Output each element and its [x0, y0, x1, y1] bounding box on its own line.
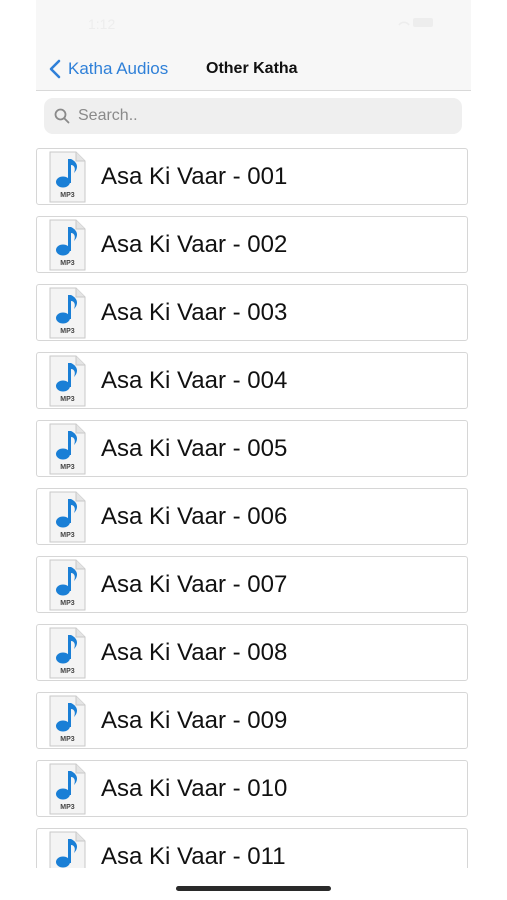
- mp3-file-icon: MP3: [49, 355, 86, 406]
- back-button[interactable]: Katha Audios: [48, 58, 168, 80]
- battery-icon: [398, 18, 433, 27]
- chevron-left-icon: [49, 59, 61, 79]
- list-item-label: Asa Ki Vaar - 005: [101, 434, 288, 462]
- mp3-icon-text: MP3: [60, 600, 75, 607]
- back-label: Katha Audios: [68, 59, 169, 78]
- search-input[interactable]: [76, 106, 440, 126]
- mp3-icon-text: MP3: [60, 668, 75, 675]
- list-item[interactable]: MP3 Asa Ki Vaar - 009: [36, 692, 468, 749]
- list-item-label: Asa Ki Vaar - 001: [101, 162, 288, 190]
- mp3-icon-text: MP3: [60, 396, 75, 403]
- list-item[interactable]: MP3 Asa Ki Vaar - 005: [36, 420, 468, 477]
- list-item[interactable]: MP3 Asa Ki Vaar - 002: [36, 216, 468, 273]
- mp3-icon-text: MP3: [60, 804, 75, 811]
- mp3-file-icon: MP3: [49, 831, 86, 868]
- mp3-file-icon: MP3: [49, 559, 86, 610]
- list-item-label: Asa Ki Vaar - 002: [101, 230, 288, 258]
- search-bar[interactable]: [44, 98, 462, 134]
- list-item[interactable]: MP3 Asa Ki Vaar - 007: [36, 556, 468, 613]
- mp3-icon-text: MP3: [60, 328, 75, 335]
- home-indicator[interactable]: [176, 886, 331, 891]
- list-item[interactable]: MP3 Asa Ki Vaar - 001: [36, 148, 468, 205]
- mp3-icon-text: MP3: [60, 260, 75, 267]
- page-title: Other Katha: [206, 60, 298, 77]
- mp3-icon-text: MP3: [60, 192, 75, 199]
- mp3-icon-text: MP3: [60, 532, 75, 539]
- mp3-file-icon: MP3: [49, 491, 86, 542]
- mp3-icon-text: MP3: [60, 464, 75, 471]
- list-item[interactable]: MP3 Asa Ki Vaar - 010: [36, 760, 468, 817]
- list-item-label: Asa Ki Vaar - 009: [101, 706, 288, 734]
- list-item[interactable]: MP3 Asa Ki Vaar - 011: [36, 828, 468, 868]
- list-item[interactable]: MP3 Asa Ki Vaar - 008: [36, 624, 468, 681]
- mp3-file-icon: MP3: [49, 151, 86, 202]
- mp3-file-icon: MP3: [49, 763, 86, 814]
- status-time: 1:12: [88, 16, 116, 32]
- status-icons: [397, 16, 437, 31]
- mp3-file-icon: MP3: [49, 695, 86, 746]
- list-item-label: Asa Ki Vaar - 007: [101, 570, 288, 598]
- screen: 1:12 Katha Audios Other Katha MP3 Asa Ki …: [36, 0, 471, 868]
- list-item[interactable]: MP3 Asa Ki Vaar - 006: [36, 488, 468, 545]
- navigation-bar: 1:12 Katha Audios Other Katha: [36, 0, 471, 91]
- list-item[interactable]: MP3 Asa Ki Vaar - 003: [36, 284, 468, 341]
- list-item-label: Asa Ki Vaar - 006: [101, 502, 288, 530]
- mp3-file-icon: MP3: [49, 219, 86, 270]
- mp3-icon-text: MP3: [60, 736, 75, 743]
- mp3-file-icon: MP3: [49, 423, 86, 474]
- list-item-label: Asa Ki Vaar - 011: [101, 842, 286, 869]
- list-item-label: Asa Ki Vaar - 003: [101, 298, 288, 326]
- mp3-file-icon: MP3: [49, 287, 86, 338]
- list-item[interactable]: MP3 Asa Ki Vaar - 004: [36, 352, 468, 409]
- mp3-file-icon: MP3: [49, 627, 86, 678]
- list-item-label: Asa Ki Vaar - 008: [101, 638, 288, 666]
- list-item-label: Asa Ki Vaar - 004: [101, 366, 288, 394]
- search-icon: [54, 108, 70, 124]
- list-item-label: Asa Ki Vaar - 010: [101, 774, 288, 802]
